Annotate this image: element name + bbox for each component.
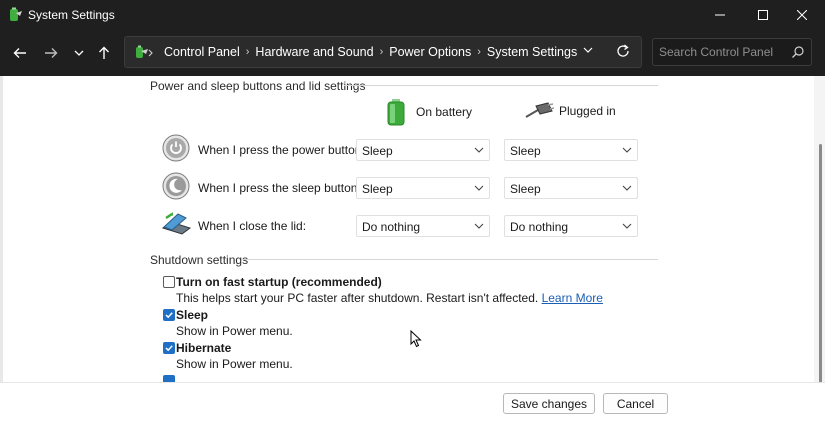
- shutdown-section-title: Shutdown settings: [150, 253, 249, 267]
- sleep-button-icon: [162, 172, 190, 200]
- forward-button[interactable]: [40, 42, 62, 64]
- breadcrumb-system-settings[interactable]: System Settings: [487, 45, 577, 59]
- arrow-up-icon: [99, 46, 109, 59]
- content-area: Power and sleep buttons and lid settings…: [0, 76, 825, 424]
- sleep-checkbox[interactable]: [163, 309, 175, 321]
- laptop-lid-icon: [161, 212, 192, 235]
- on-battery-label: On battery: [416, 105, 473, 119]
- sleep-button-battery-select[interactable]: Sleep: [356, 177, 490, 199]
- refresh-icon: [617, 44, 629, 57]
- close-lid-plugged-select[interactable]: Do nothing: [504, 215, 638, 237]
- column-header-plugged-in: Plugged in: [524, 102, 616, 120]
- sleep-button-label: When I press the sleep button:: [198, 181, 361, 195]
- select-value: Sleep: [362, 182, 393, 196]
- hibernate-description: Show in Power menu.: [176, 357, 293, 371]
- navigation-bar: Control Panel › Hardware and Sound › Pow…: [0, 30, 825, 76]
- select-value: Sleep: [510, 182, 541, 196]
- window-title: System Settings: [28, 8, 115, 22]
- address-bar[interactable]: Control Panel › Hardware and Sound › Pow…: [124, 36, 642, 68]
- chevron-down-icon: [622, 185, 632, 191]
- minimize-icon: [715, 14, 725, 16]
- back-button[interactable]: [9, 42, 31, 64]
- hibernate-label[interactable]: Hibernate: [176, 341, 231, 355]
- mouse-cursor-icon: [410, 330, 422, 348]
- chevron-down-icon: [474, 223, 484, 229]
- power-button-icon: [162, 134, 190, 162]
- column-header-on-battery: On battery: [386, 98, 472, 126]
- breadcrumb-separator: ›: [379, 46, 384, 58]
- sleep-button-plugged-select[interactable]: Sleep: [504, 177, 638, 199]
- fast-startup-description: This helps start your PC faster after sh…: [176, 291, 603, 305]
- arrow-right-icon: [45, 48, 58, 58]
- search-input[interactable]: [659, 44, 784, 60]
- chevron-down-icon: [622, 223, 632, 229]
- save-changes-button[interactable]: Save changes: [503, 393, 595, 414]
- breadcrumb-control-panel[interactable]: Control Panel: [164, 45, 240, 59]
- select-value: Do nothing: [510, 220, 569, 234]
- hibernate-checkbox[interactable]: [163, 342, 175, 354]
- close-button[interactable]: [779, 0, 825, 30]
- breadcrumb-separator: ›: [245, 46, 250, 58]
- power-plug-icon: [525, 102, 554, 118]
- power-button-battery-select[interactable]: Sleep: [356, 139, 490, 161]
- select-value: Sleep: [362, 144, 393, 158]
- fast-startup-checkbox[interactable]: [163, 276, 175, 288]
- breadcrumb-separator: ›: [477, 46, 481, 58]
- close-lid-label: When I close the lid:: [198, 219, 307, 233]
- fast-startup-label[interactable]: Turn on fast startup (recommended): [176, 275, 382, 289]
- chevron-down-icon: [474, 185, 484, 191]
- checkmark-icon: [165, 345, 173, 352]
- power-section-title: Power and sleep buttons and lid settings: [150, 79, 366, 93]
- plugged-in-label: Plugged in: [559, 104, 616, 118]
- breadcrumb-power-options[interactable]: Power Options: [389, 45, 471, 59]
- breadcrumb-hardware-and-sound[interactable]: Hardware and Sound: [255, 45, 373, 59]
- maximize-icon: [758, 10, 768, 20]
- fast-startup-desc-text: This helps start your PC faster after sh…: [176, 291, 539, 305]
- recent-locations-button[interactable]: [68, 42, 90, 64]
- lock-checkbox[interactable]: [163, 375, 175, 382]
- vertical-scrollbar[interactable]: [814, 76, 825, 384]
- control-panel-icon: [136, 45, 148, 58]
- learn-more-link[interactable]: Learn More: [542, 291, 603, 305]
- sleep-label[interactable]: Sleep: [176, 308, 208, 322]
- close-icon: [797, 10, 807, 20]
- arrow-left-icon: [13, 48, 26, 58]
- select-value: Do nothing: [362, 220, 421, 234]
- scrollbar-thumb[interactable]: [819, 144, 822, 384]
- minimize-button[interactable]: [697, 0, 743, 30]
- chevron-down-icon: [474, 147, 484, 153]
- power-button-plugged-select[interactable]: Sleep: [504, 139, 638, 161]
- cancel-button[interactable]: Cancel: [603, 393, 668, 414]
- control-panel-app-icon: [10, 7, 22, 21]
- battery-icon: [387, 99, 405, 126]
- search-icon[interactable]: [791, 45, 805, 59]
- breadcrumb-chevron-icon: [148, 49, 153, 57]
- refresh-button[interactable]: [615, 43, 633, 61]
- checkmark-icon: [165, 312, 173, 319]
- select-value: Sleep: [510, 144, 541, 158]
- section-divider: [344, 85, 658, 86]
- search-box[interactable]: [652, 38, 812, 66]
- section-divider: [242, 259, 658, 260]
- address-history-button[interactable]: [583, 45, 593, 58]
- dialog-footer: Save changes Cancel: [0, 382, 825, 424]
- content-edge: [0, 76, 3, 382]
- close-lid-battery-select[interactable]: Do nothing: [356, 215, 490, 237]
- sleep-description: Show in Power menu.: [176, 324, 293, 338]
- power-button-label: When I press the power button:: [198, 143, 365, 157]
- chevron-down-icon: [583, 47, 593, 53]
- chevron-down-icon: [74, 50, 84, 56]
- title-bar: System Settings: [0, 0, 825, 30]
- chevron-down-icon: [622, 147, 632, 153]
- up-button[interactable]: [93, 42, 115, 64]
- breadcrumb: Control Panel › Hardware and Sound › Pow…: [164, 45, 577, 59]
